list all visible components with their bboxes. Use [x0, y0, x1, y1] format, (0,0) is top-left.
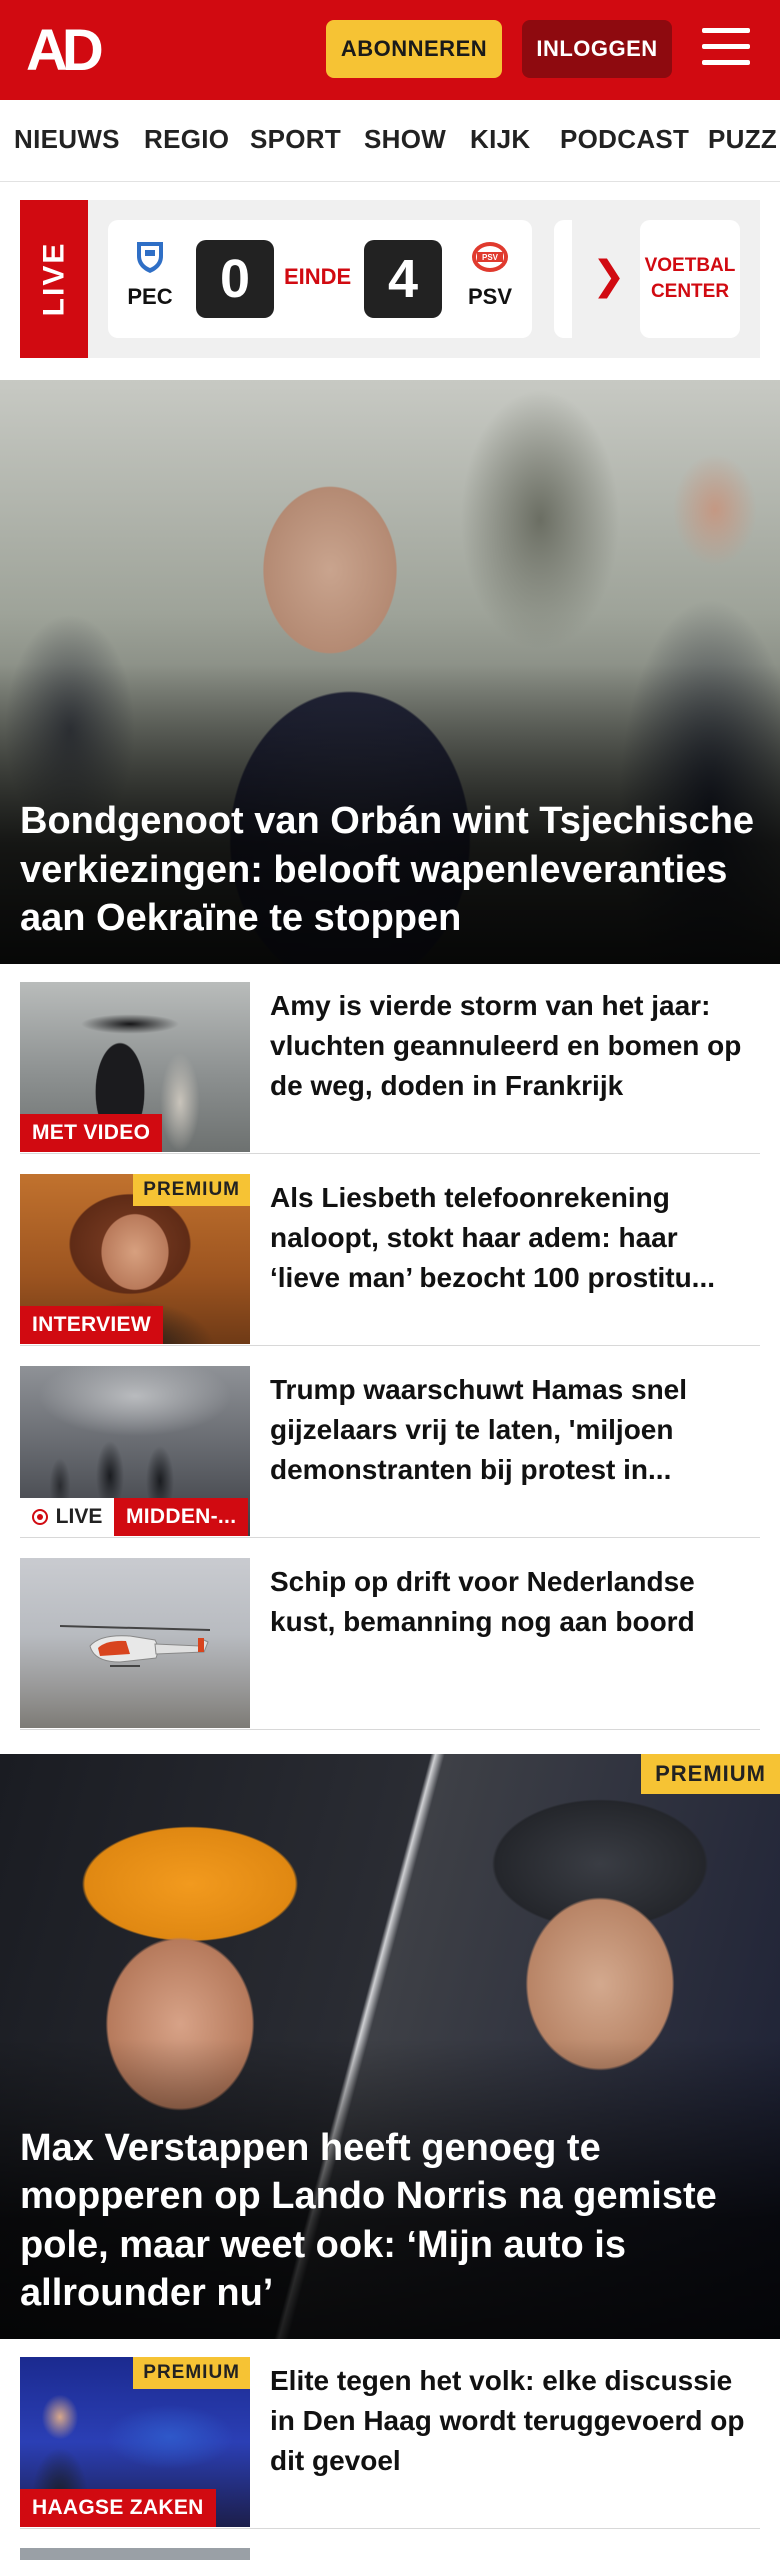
live-score-strip: LIVE PEC 0 EINDE 4 PSV PSV ❯ VOETBAL CEN… [20, 200, 760, 358]
svg-text:PSV: PSV [482, 253, 499, 262]
live-badge: LIVE [20, 1498, 114, 1536]
helicopter-image [60, 1625, 210, 1667]
interview-label: INTERVIEW [20, 1306, 163, 1344]
article-thumbnail[interactable]: MET VIDEO [20, 982, 250, 1152]
nav-item-puzzel[interactable]: PUZZ [708, 124, 777, 155]
hero-article[interactable]: Bondgenoot van Orbán wint Tsjechi­sche v… [0, 380, 780, 964]
article-headline[interactable]: Schip op drift voor Nederlandse kust, be… [270, 1562, 750, 1642]
nav-item-nieuws[interactable]: NIEUWS [14, 124, 120, 155]
next-article-thumbnail-peek[interactable] [20, 2548, 250, 2560]
category-label: MIDDEN-... [114, 1498, 249, 1536]
premium-badge: PREMIUM [133, 2357, 250, 2389]
premium-badge: PREMIUM [133, 1174, 250, 1206]
pec-crest-icon [131, 238, 169, 276]
nav-item-podcast[interactable]: PODCAST [560, 124, 689, 155]
chevron-right-icon[interactable]: ❯ [592, 256, 626, 296]
article-item[interactable]: MET VIDEO Amy is vierde storm van het ja… [20, 964, 760, 1154]
video-label: MET VIDEO [20, 1114, 163, 1152]
article-thumbnail[interactable]: LIVE MIDDEN-... [20, 1366, 250, 1536]
article-item[interactable]: PREMIUM INTERVIEW Als Liesbeth telefoonr… [20, 1156, 760, 1346]
away-team: PSV PSV [460, 238, 520, 310]
match-status: EINDE [284, 264, 352, 289]
category-label: HAAGSE ZAKEN [20, 2489, 216, 2527]
article-headline[interactable]: Trump waarschuwt Hamas snel gijzelaars v… [270, 1370, 750, 1489]
article-item[interactable]: LIVE MIDDEN-... Trump waarschuwt Hamas s… [20, 1348, 760, 1538]
article-thumbnail[interactable]: PREMIUM INTERVIEW [20, 1174, 250, 1344]
site-header: AD ABONNEREN INLOGGEN [0, 0, 780, 100]
premium-badge: PREMIUM [641, 1754, 780, 1794]
nav-item-show[interactable]: SHOW [364, 124, 446, 155]
live-tab[interactable]: LIVE [20, 200, 88, 358]
psv-crest-icon: PSV [471, 238, 509, 276]
voetbal-center-link[interactable]: VOETBAL CENTER [640, 220, 740, 338]
hamburger-menu-icon[interactable] [702, 28, 750, 70]
article-headline[interactable]: Amy is vierde storm van het jaar: vlucht… [270, 986, 750, 1105]
subscribe-button[interactable]: ABONNEREN [326, 20, 502, 78]
article-item[interactable]: Schip op drift voor Nederlandse kust, be… [20, 1540, 760, 1730]
nav-item-regio[interactable]: REGIO [144, 124, 229, 155]
article-thumbnail[interactable] [20, 1558, 250, 1728]
home-team: PEC [120, 238, 180, 310]
article-headline[interactable]: Als Liesbeth telefoonrekening naloopt, s… [270, 1178, 750, 1297]
article-thumbnail[interactable]: PREMIUM HAAGSE ZAKEN [20, 2357, 250, 2527]
match-card[interactable]: PEC 0 EINDE 4 PSV PSV [108, 220, 532, 338]
away-score: 4 [364, 240, 442, 318]
hero-headline[interactable]: Max Verstappen heeft genoeg te mopperen … [20, 2124, 760, 2317]
premium-hero-article[interactable]: PREMIUM Max Verstappen heeft genoeg te m… [0, 1754, 780, 2339]
next-match-card-edge[interactable] [554, 220, 572, 338]
ad-logo[interactable]: AD [26, 18, 104, 83]
nav-item-kijk[interactable]: KIJK [470, 124, 530, 155]
article-headline[interactable]: Elite tegen het volk: elke discussie in … [270, 2361, 750, 2480]
article-item[interactable]: PREMIUM HAAGSE ZAKEN Elite tegen het vol… [20, 2339, 760, 2529]
nav-item-sport[interactable]: SPORT [250, 124, 341, 155]
login-button[interactable]: INLOGGEN [522, 20, 672, 78]
hero-headline[interactable]: Bondgenoot van Orbán wint Tsjechi­sche v… [20, 797, 760, 942]
home-score: 0 [196, 240, 274, 318]
main-navigation: NIEUWS REGIO SPORT SHOW KIJK PODCAST PUZ… [0, 100, 780, 182]
live-dot-icon [31, 1509, 48, 1525]
